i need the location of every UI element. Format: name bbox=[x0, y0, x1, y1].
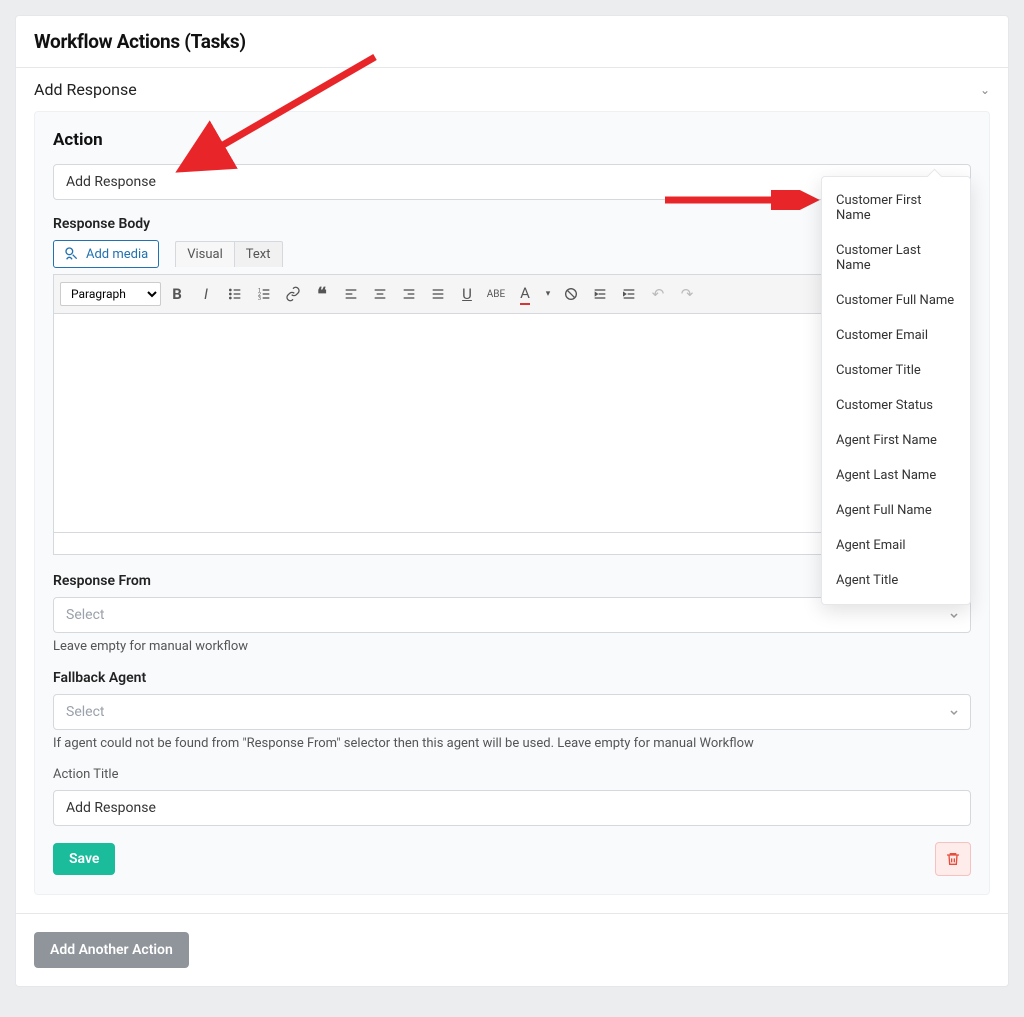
section-title: Add Response bbox=[34, 80, 137, 99]
shortcode-customer-first-name[interactable]: Customer First Name bbox=[822, 183, 970, 233]
tab-text[interactable]: Text bbox=[234, 241, 283, 267]
action-label: Action bbox=[53, 130, 971, 150]
shortcode-customer-status[interactable]: Customer Status bbox=[822, 388, 970, 423]
fallback-agent-hint: If agent could not be found from "Respon… bbox=[53, 736, 971, 751]
response-from-hint: Leave empty for manual workflow bbox=[53, 639, 971, 654]
shortcode-agent-first-name[interactable]: Agent First Name bbox=[822, 423, 970, 458]
align-center-button[interactable] bbox=[367, 281, 393, 307]
action-title-label: Action Title bbox=[53, 767, 971, 782]
button-row: Save bbox=[53, 842, 971, 876]
shortcodes-dropdown: Customer First Name Customer Last Name C… bbox=[821, 176, 971, 605]
text-color-dropdown[interactable]: ▾ bbox=[541, 281, 555, 307]
media-icon bbox=[64, 246, 80, 262]
underline-button[interactable]: U bbox=[454, 281, 480, 307]
action-panel: Action Add Response Response Body Add me… bbox=[34, 111, 990, 895]
shortcode-customer-last-name[interactable]: Customer Last Name bbox=[822, 233, 970, 283]
bold-button[interactable]: B bbox=[164, 281, 190, 307]
redo-button[interactable]: ↷ bbox=[674, 281, 700, 307]
quote-button[interactable]: ❝ bbox=[309, 281, 335, 307]
editor-tabs: Visual Text bbox=[175, 241, 282, 267]
shortcode-agent-last-name[interactable]: Agent Last Name bbox=[822, 458, 970, 493]
align-right-button[interactable] bbox=[396, 281, 422, 307]
shortcode-agent-email[interactable]: Agent Email bbox=[822, 528, 970, 563]
shortcode-customer-full-name[interactable]: Customer Full Name bbox=[822, 283, 970, 318]
tab-visual[interactable]: Visual bbox=[175, 241, 234, 267]
card-footer: Add Another Action bbox=[16, 913, 1008, 986]
text-color-button[interactable]: A bbox=[512, 281, 538, 307]
add-media-button[interactable]: Add media bbox=[53, 240, 159, 268]
clear-format-button[interactable] bbox=[558, 281, 584, 307]
number-list-button[interactable]: 123 bbox=[251, 281, 277, 307]
save-button[interactable]: Save bbox=[53, 843, 115, 875]
shortcode-customer-email[interactable]: Customer Email bbox=[822, 318, 970, 353]
align-left-button[interactable] bbox=[338, 281, 364, 307]
outdent-button[interactable] bbox=[587, 281, 613, 307]
italic-button[interactable]: I bbox=[193, 281, 219, 307]
add-response-section: Add Response ⌄ Action Add Response bbox=[16, 67, 1008, 895]
fallback-agent-select[interactable]: Select bbox=[53, 694, 971, 730]
svg-text:3: 3 bbox=[258, 296, 261, 302]
justify-button[interactable] bbox=[425, 281, 451, 307]
workflow-actions-card: Workflow Actions (Tasks) Add Response ⌄ … bbox=[15, 15, 1009, 987]
shortcode-agent-full-name[interactable]: Agent Full Name bbox=[822, 493, 970, 528]
fallback-agent-label: Fallback Agent bbox=[53, 670, 971, 686]
chevron-down-icon: ⌄ bbox=[980, 83, 990, 97]
delete-button[interactable] bbox=[935, 842, 971, 876]
card-title: Workflow Actions (Tasks) bbox=[16, 16, 1008, 67]
undo-button[interactable]: ↶ bbox=[645, 281, 671, 307]
paragraph-select[interactable]: Paragraph bbox=[60, 282, 161, 306]
section-header[interactable]: Add Response ⌄ bbox=[16, 68, 1008, 111]
shortcode-customer-title[interactable]: Customer Title bbox=[822, 353, 970, 388]
indent-button[interactable] bbox=[616, 281, 642, 307]
strikethrough-button[interactable]: ABE bbox=[483, 281, 509, 307]
trash-icon bbox=[945, 851, 961, 867]
shortcode-agent-title[interactable]: Agent Title bbox=[822, 563, 970, 598]
bullet-list-button[interactable] bbox=[222, 281, 248, 307]
add-another-action-button[interactable]: Add Another Action bbox=[34, 932, 189, 968]
link-button[interactable] bbox=[280, 281, 306, 307]
action-title-input[interactable] bbox=[53, 790, 971, 826]
annotation-arrow-1 bbox=[165, 47, 385, 177]
